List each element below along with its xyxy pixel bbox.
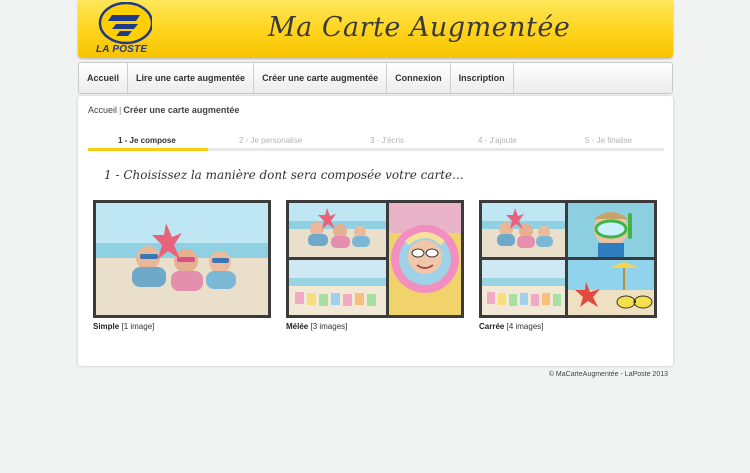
step-progress: 1 - Je compose 2 - Je personalise 3 - J'… <box>88 136 664 151</box>
nav-item-creer-carte[interactable]: Créer une carte augmentée <box>254 63 388 93</box>
layout-label-simple: Simple [1 image] <box>93 322 271 331</box>
layout-label-melee: Mélée [3 images] <box>286 322 464 331</box>
sunglasses-starfish-photo <box>568 260 654 315</box>
layout-option-simple[interactable]: Simple [1 image] <box>93 200 271 331</box>
beach-chairs-photo <box>482 260 565 315</box>
layout-preview-carree <box>479 200 657 318</box>
beach-chairs-photo <box>289 260 386 315</box>
kid-snorkel-photo <box>568 203 654 257</box>
nav-item-connexion[interactable]: Connexion <box>387 63 451 93</box>
nav-item-lire-carte[interactable]: Lire une carte augmentée <box>128 63 255 93</box>
step-2: 2 - Je personalise <box>239 136 303 145</box>
logo-text: LA POSTE <box>96 44 148 55</box>
step-track-active <box>88 148 208 151</box>
kids-beach-photo <box>96 203 268 315</box>
nav-item-accueil[interactable]: Accueil <box>79 63 129 93</box>
layout-name-simple: Simple <box>93 322 120 331</box>
site-title: Ma Carte Augmentée <box>268 12 571 43</box>
layout-count-carree: [4 images] <box>506 322 544 331</box>
step-3: 3 - J'écris <box>370 136 404 145</box>
main-nav: Accueil Lire une carte augmentée Créer u… <box>78 62 673 94</box>
content-panel: Accueil | Créer une carte augmentée 1 - Je… <box>78 96 673 366</box>
layout-preview-melee <box>286 200 464 318</box>
step-5: 5 - Je finalise <box>585 136 633 145</box>
instruction-text: 1 - Choisissez la manière dont sera comp… <box>104 168 464 182</box>
kids-beach-photo <box>289 203 386 257</box>
breadcrumb-home-link[interactable]: Accueil <box>88 105 117 115</box>
step-1: 1 - Je compose <box>118 136 176 145</box>
layout-option-carree[interactable]: Carrée [4 images] <box>479 200 657 331</box>
layout-name-carree: Carrée <box>479 322 505 331</box>
breadcrumb-current: Créer une carte augmentée <box>123 105 240 115</box>
layout-label-carree: Carrée [4 images] <box>479 322 657 331</box>
nav-item-inscription[interactable]: Inscription <box>451 63 514 93</box>
footer-copyright: © MaCarteAugmentée - LaPoste 2013 <box>548 371 668 378</box>
site-header: LA POSTE Ma Carte Augmentée <box>78 0 673 58</box>
layout-count-simple: [1 image] <box>121 322 155 331</box>
breadcrumb-separator: | <box>119 105 122 115</box>
layout-name-melee: Mélée <box>286 322 309 331</box>
layout-preview-simple <box>93 200 271 318</box>
kid-inflatable-photo <box>389 203 461 315</box>
step-4: 4 - J'ajoute <box>478 136 517 145</box>
layout-count-melee: [3 images] <box>310 322 348 331</box>
kids-beach-photo <box>482 203 565 257</box>
breadcrumb: Accueil | Créer une carte augmentée <box>88 105 239 115</box>
layout-option-melee[interactable]: Mélée [3 images] <box>286 200 464 331</box>
